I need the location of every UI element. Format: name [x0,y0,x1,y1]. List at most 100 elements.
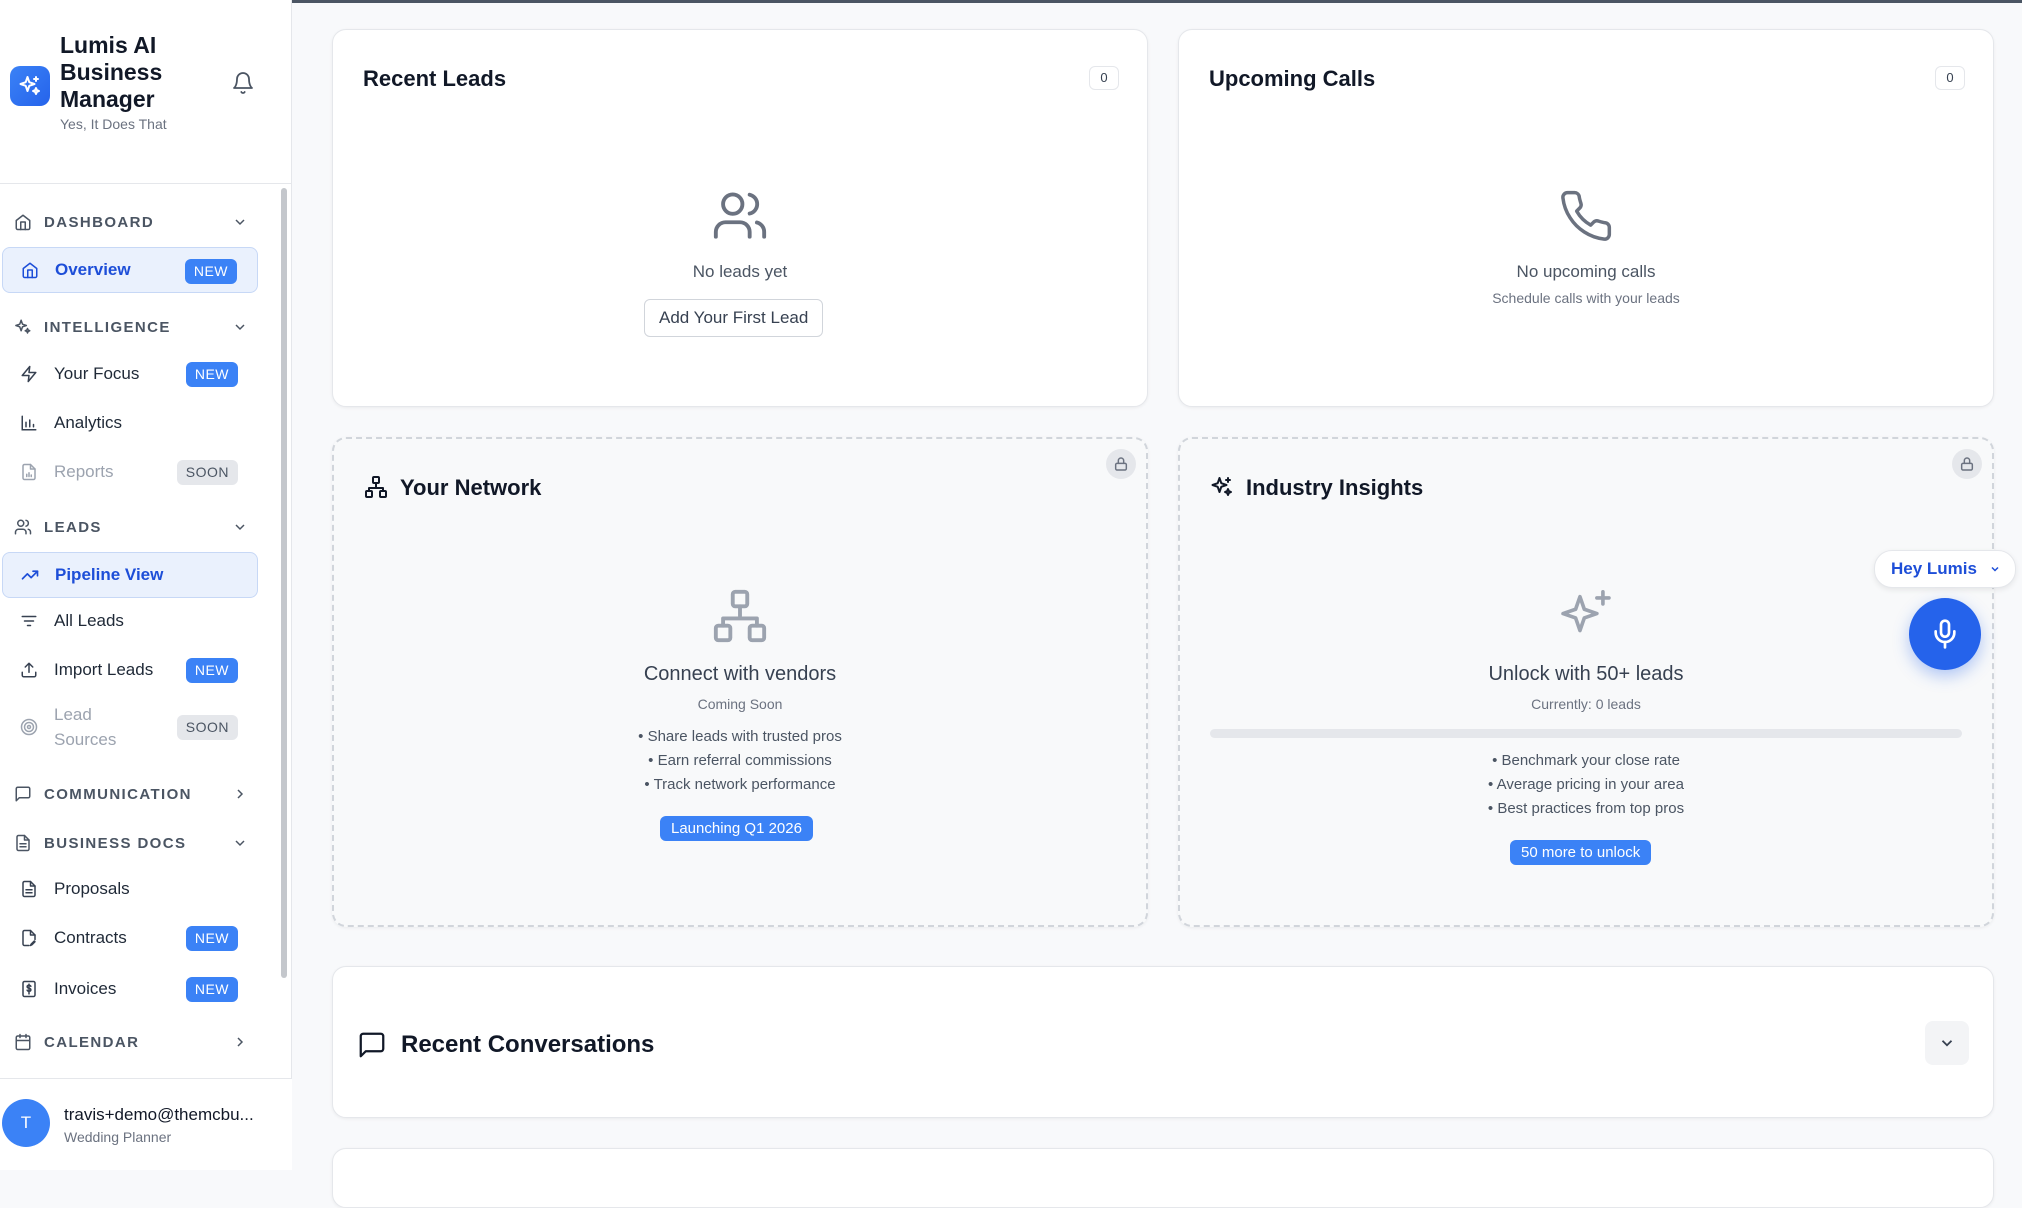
filter-lines-icon [21,615,37,627]
section-communication[interactable]: COMMUNICATION [0,774,260,814]
receipt-dollar-icon [22,980,36,998]
section-label: INTELLIGENCE [44,318,171,336]
section-dashboard[interactable]: DASHBOARD [0,202,260,242]
avatar: T [2,1099,50,1147]
assistant-label: Hey Lumis [1891,559,1977,578]
app-tagline: Yes, It Does That [60,116,167,132]
lock-icon [1106,449,1136,479]
home-icon [15,214,31,231]
unlock-progress-bar [1210,729,1962,738]
section-label: BUSINESS DOCS [44,834,187,852]
sidebar-item-lead-sources: Lead Sources SOON [2,698,258,756]
sidebar-item-reports: Reports SOON [2,449,258,495]
feature-bullets: • Share leads with trusted pros • Earn r… [334,725,1146,797]
section-label: LEADS [44,518,102,536]
section-calendar[interactable]: CALENDAR [0,1022,260,1062]
sidebar-item-all-leads[interactable]: All Leads [2,598,258,644]
empty-text: No upcoming calls [1516,262,1656,281]
file-text-icon [22,880,36,898]
sidebar-item-overview[interactable]: Overview NEW [2,247,258,293]
sidebar-item-label: Analytics [54,413,123,432]
card-title: Recent Leads [363,66,507,91]
empty-state [1179,188,1993,249]
chevron-down-icon [235,219,245,226]
sparkles-icon [15,319,31,334]
expand-button[interactable] [1925,1021,1969,1065]
add-first-lead-button[interactable]: Add Your First Lead [644,299,824,337]
sidebar-item-label: Import Leads [54,660,154,679]
home-icon [22,262,38,279]
sidebar-item-label: Invoices [54,979,117,998]
chevron-down-icon [235,524,245,531]
sidebar-item-invoices[interactable]: Invoices NEW [2,966,258,1012]
count-badge: 0 [1935,66,1965,90]
new-badge: NEW [185,977,238,1002]
bullet-item: • Average pricing in your area [1488,776,1684,793]
chevron-right-icon [237,1037,244,1047]
sidebar-item-contracts[interactable]: Contracts NEW [2,915,258,961]
empty-subtext: Schedule calls with your leads [1492,290,1680,306]
sidebar-item-label: All Leads [54,611,124,630]
section-intelligence[interactable]: INTELLIGENCE [0,307,260,347]
recent-conversations-card[interactable]: Recent Conversations [332,966,1994,1118]
chevron-down-icon [235,840,245,847]
feature-visual [334,587,1146,650]
bar-chart-icon [21,415,37,431]
sidebar-item-pipeline-view[interactable]: Pipeline View [2,552,258,598]
file-text-icon [16,834,30,852]
network-icon [713,589,767,643]
chevron-down-icon [235,324,245,331]
bell-icon[interactable] [228,68,258,98]
section-label: COMMUNICATION [44,785,192,803]
soon-badge: SOON [176,715,238,740]
calendar-icon [15,1033,31,1051]
sidebar-item-analytics[interactable]: Analytics [2,400,258,446]
sidebar-scrollbar[interactable] [281,188,287,978]
trending-up-icon [21,570,39,580]
new-badge: NEW [185,658,238,683]
top-border [292,0,2022,3]
sidebar-item-proposals[interactable]: Proposals [2,866,258,912]
sparkles-logo-icon [10,66,50,106]
empty-text: No leads yet [692,262,788,281]
upcoming-calls-card: Upcoming Calls 0 No upcoming calls Sched… [1178,29,1994,407]
sidebar-item-label: Your Focus [54,364,140,383]
network-icon [365,476,387,498]
microphone-icon [1934,619,1956,649]
section-leads[interactable]: LEADS [0,507,260,547]
sidebar-item-label: Pipeline View [55,565,164,584]
hey-lumis-button[interactable]: Hey Lumis [1874,550,2016,588]
launch-pill: Launching Q1 2026 [660,816,813,841]
section-business-docs[interactable]: BUSINESS DOCS [0,823,260,863]
users-icon [14,519,32,535]
phone-icon [1561,190,1612,241]
bullet-item: • Best practices from top pros [1487,800,1685,817]
user-role: Wedding Planner [64,1129,172,1145]
next-card [332,1148,1994,1208]
section-label: CALENDAR [44,1033,140,1051]
user-profile[interactable]: T travis+demo@themcbu... Wedding Planner [0,1078,292,1170]
users-icon [713,192,767,239]
message-square-icon [359,1032,385,1058]
sidebar-item-label: Proposals [54,879,130,898]
bullet-item: • Track network performance [644,776,836,793]
recent-leads-card: Recent Leads 0 No leads yet Add Your Fir… [332,29,1148,407]
zap-icon [21,365,37,383]
feature-visual [1180,587,1992,650]
bullet-item: • Benchmark your close rate [1492,752,1680,769]
target-icon [20,718,38,736]
user-email: travis+demo@themcbu... [64,1105,254,1124]
chevron-down-icon [1991,566,1999,572]
soon-badge: SOON [176,460,238,485]
card-title: Upcoming Calls [1209,66,1376,91]
sidebar-divider [0,183,291,184]
file-signature-icon [22,929,36,947]
lock-icon [1952,449,1982,479]
voice-assistant-button[interactable] [1909,598,1981,670]
sidebar-item-import-leads[interactable]: Import Leads NEW [2,647,258,693]
message-square-icon [15,786,31,802]
sidebar-item-your-focus[interactable]: Your Focus NEW [2,351,258,397]
bullet-item: • Share leads with trusted pros [638,728,842,745]
unlock-pill: 50 more to unlock [1510,840,1652,865]
new-badge: NEW [185,926,238,951]
